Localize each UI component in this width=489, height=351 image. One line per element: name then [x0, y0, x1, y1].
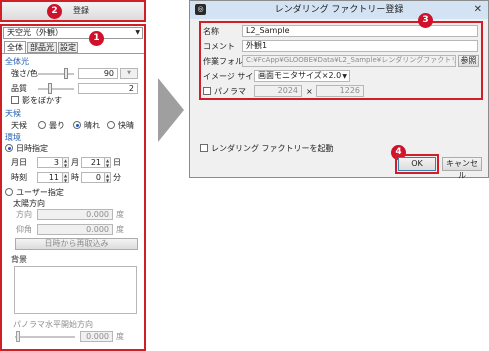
quality-slider[interactable] — [38, 88, 74, 90]
dialog-title: レンダリング ファクトリー登録 — [274, 5, 404, 15]
azimuth-label: 方向 — [16, 210, 32, 219]
minute-input[interactable]: 0 — [81, 172, 105, 183]
callout-2: 2 — [47, 4, 62, 19]
elevation-unit: 度 — [116, 225, 124, 234]
slider-thumb[interactable] — [64, 68, 68, 79]
user-mode-label: ユーザー指定 — [16, 188, 64, 197]
minute-spinner[interactable]: ▲ ▼ — [105, 172, 111, 183]
user-mode-radio[interactable] — [5, 188, 13, 196]
time-label: 時刻 — [11, 173, 27, 182]
work-folder-input[interactable]: C:¥FcApp¥GLOOBE¥Data¥L2_Sample¥レンダリングファク… — [242, 55, 456, 67]
recalc-from-datetime-button[interactable]: 日時から再取込み — [15, 238, 138, 250]
tab-divider — [2, 53, 144, 54]
month-unit: 月 — [71, 158, 79, 167]
month-spinner[interactable]: ▲ ▼ — [63, 157, 69, 168]
month-input[interactable]: 3 — [37, 157, 63, 168]
panorama-width-input[interactable]: 2024 — [254, 85, 302, 97]
comment-input[interactable]: 外観1 — [242, 40, 478, 52]
panorama-label: パノラマ — [214, 87, 246, 96]
comment-label: コメント — [203, 42, 235, 51]
sun-direction-label: 太陽方向 — [13, 199, 45, 208]
intensity-slider[interactable] — [38, 73, 74, 75]
launch-factory-checkbox[interactable] — [200, 144, 208, 152]
register-button[interactable]: 登録 — [0, 0, 146, 22]
launch-factory-label: レンダリング ファクトリーを起動 — [211, 144, 334, 153]
image-size-select[interactable]: 画面モニタサイズ×2.0 ▼ — [254, 70, 350, 82]
chevron-down-icon: ▼ — [135, 29, 140, 36]
date-mode-label: 日時指定 — [16, 144, 48, 153]
section-weather: 天候 — [5, 109, 21, 118]
ok-button[interactable]: OK — [398, 157, 436, 171]
panorama-direction-slider[interactable] — [15, 336, 75, 338]
panorama-checkbox[interactable] — [203, 87, 211, 95]
hour-spinner[interactable]: ▲ ▼ — [63, 172, 69, 183]
light-preset-combo[interactable]: 天空光（外観） ▼ — [3, 27, 143, 39]
weather-cloudy-label: 曇り — [49, 121, 65, 130]
cancel-button[interactable]: キャンセル — [442, 157, 482, 180]
weather-label: 天候 — [11, 121, 27, 130]
name-label: 名称 — [203, 27, 219, 36]
callout-3: 3 — [418, 13, 433, 28]
tab-settings[interactable]: 設定 — [58, 42, 78, 53]
day-unit: 日 — [113, 158, 121, 167]
section-whole-light: 全体光 — [5, 57, 29, 66]
tab-part-light[interactable]: 部品光 — [27, 42, 57, 53]
date-mode-radio[interactable] — [5, 144, 13, 152]
section-environment: 環境 — [5, 133, 21, 142]
intensity-input[interactable]: 90 — [78, 68, 118, 79]
tab-whole[interactable]: 全体 — [4, 41, 26, 53]
day-input[interactable]: 21 — [81, 157, 105, 168]
azimuth-input[interactable]: 0.000 — [37, 209, 113, 220]
azimuth-unit: 度 — [116, 210, 124, 219]
lighting-panel: 天空光（外観） ▼ 全体 部品光 設定 1 全体光 強さ/色 90 ▼ 品質 2… — [0, 24, 146, 351]
image-size-label: イメージ サイズ — [203, 72, 262, 81]
callout-1: 1 — [89, 31, 104, 46]
background-preview[interactable] — [14, 266, 137, 314]
panorama-height-input[interactable]: 1226 — [316, 85, 364, 97]
arrow-right-icon — [158, 78, 184, 142]
weather-sunny-label: 晴れ — [84, 121, 100, 130]
panorama-direction-label: パノラマ水平開始方向 — [13, 320, 93, 329]
hour-input[interactable]: 11 — [37, 172, 63, 183]
weather-sunny-radio[interactable] — [73, 121, 81, 129]
name-input[interactable]: L2_Sample — [242, 25, 478, 37]
intensity-label: 強さ/色 — [11, 69, 38, 78]
shadow-blur-checkbox[interactable] — [11, 96, 19, 104]
elevation-input[interactable]: 0.000 — [37, 224, 113, 235]
weather-clear-label: 快晴 — [118, 121, 134, 130]
panorama-direction-input[interactable]: 0.000 — [80, 331, 113, 342]
slider-thumb[interactable] — [16, 331, 20, 342]
minute-unit: 分 — [113, 173, 121, 182]
panorama-direction-unit: 度 — [116, 332, 124, 341]
chevron-down-icon: ▼ — [342, 73, 347, 80]
quality-label: 品質 — [11, 84, 27, 93]
month-day-label: 月日 — [11, 158, 27, 167]
quality-input[interactable]: 2 — [78, 83, 138, 94]
register-dialog: ◎ レンダリング ファクトリー登録 ✕ 名称 L2_Sample 3 コメント … — [189, 0, 489, 180]
close-icon[interactable]: ✕ — [474, 3, 482, 16]
weather-clear-radio[interactable] — [107, 121, 115, 129]
day-spinner[interactable]: ▲ ▼ — [105, 157, 111, 168]
background-label: 背景 — [11, 255, 27, 264]
hour-unit: 時 — [71, 173, 79, 182]
shadow-blur-label: 影をぼかす — [22, 96, 62, 105]
color-picker[interactable]: ▼ — [120, 68, 138, 79]
elevation-label: 仰角 — [16, 225, 32, 234]
slider-thumb[interactable] — [48, 83, 52, 94]
dialog-title-bar: ◎ レンダリング ファクトリー登録 ✕ — [190, 1, 488, 19]
times-sign: × — [306, 87, 313, 96]
browse-button[interactable]: 参照 — [458, 55, 479, 67]
weather-cloudy-radio[interactable] — [38, 121, 46, 129]
